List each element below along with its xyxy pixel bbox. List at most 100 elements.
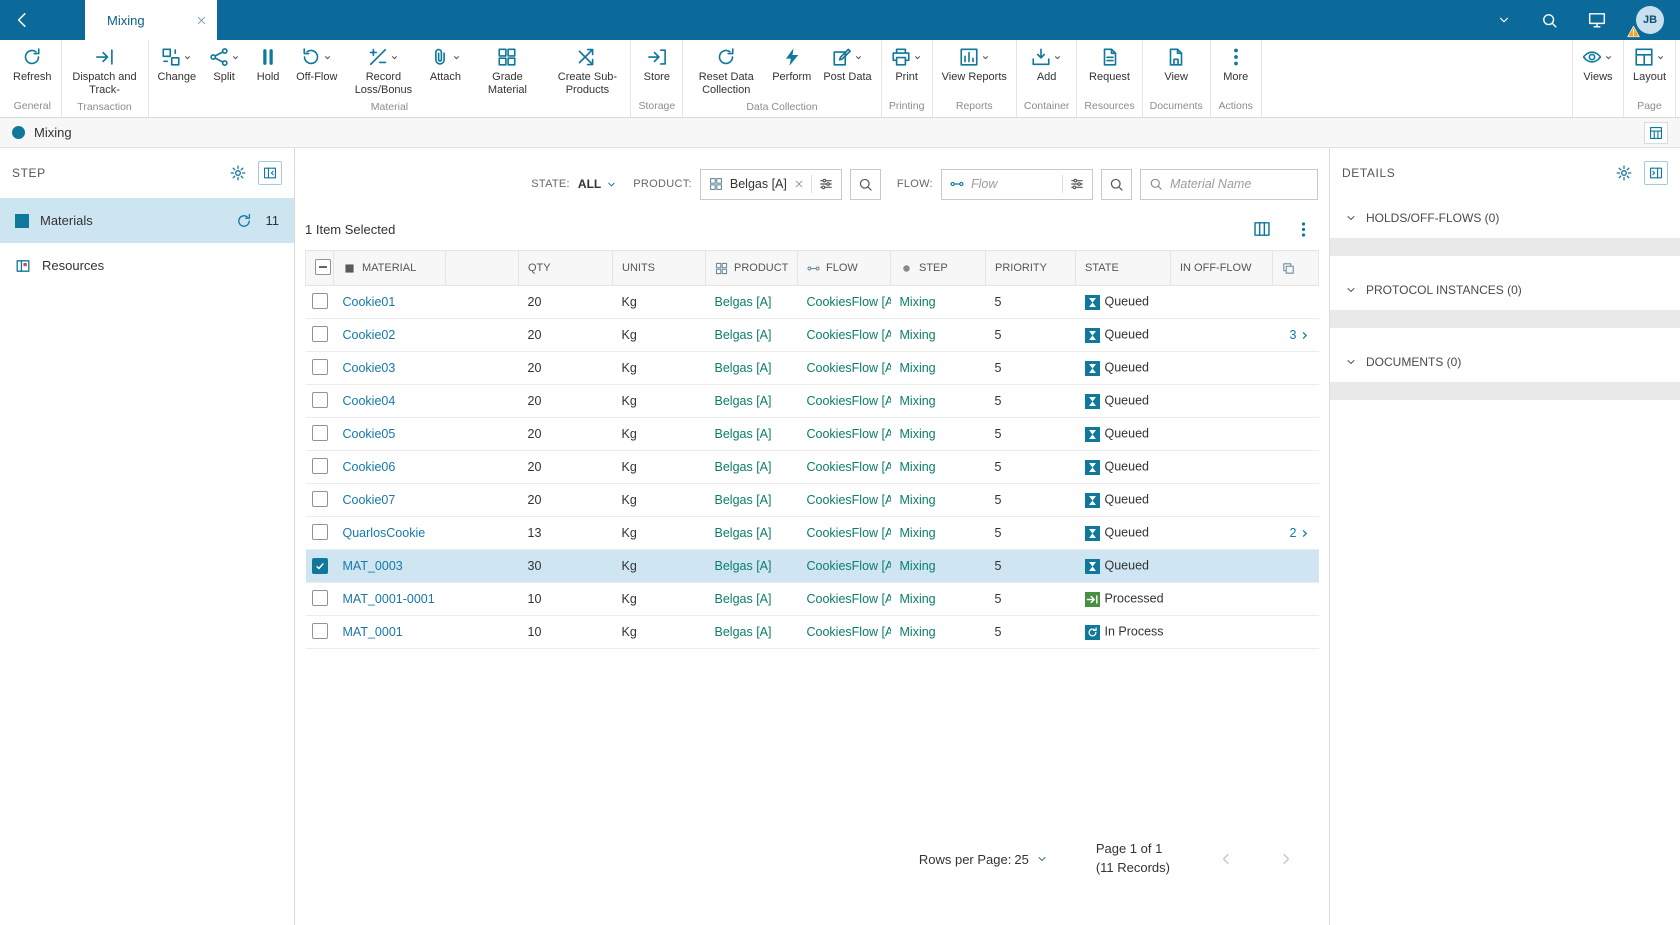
step-settings-gear-icon[interactable] [230, 165, 246, 181]
flow-link[interactable]: CookiesFlow [A [807, 328, 891, 342]
row-checkbox[interactable] [311, 358, 328, 375]
next-page-button[interactable] [1278, 851, 1294, 867]
column-header-priority[interactable]: PRIORITY [985, 250, 1076, 286]
product-link[interactable]: Belgas [A] [715, 493, 772, 507]
flow-link[interactable]: CookiesFlow [A [807, 394, 891, 408]
flow-link[interactable]: CookiesFlow [A [807, 526, 891, 540]
product-link[interactable]: Belgas [A] [715, 295, 772, 309]
step-link[interactable]: Mixing [900, 526, 936, 540]
material-name-search-box[interactable] [1140, 168, 1318, 200]
row-checkbox[interactable] [311, 292, 328, 309]
material-link[interactable]: Cookie03 [343, 361, 396, 375]
row-checkbox[interactable] [311, 490, 328, 507]
product-filter-box[interactable]: Belgas [A] [699, 168, 842, 200]
ribbon-button-store[interactable]: Store [635, 45, 679, 85]
product-link[interactable]: Belgas [A] [715, 625, 772, 639]
sidebar-item-materials[interactable]: Materials 11 [0, 198, 294, 243]
material-link[interactable]: MAT_0001 [343, 625, 403, 639]
column-header-offflow[interactable]: IN OFF-FLOW [1170, 250, 1273, 286]
details-section-header[interactable]: DOCUMENTS (0) [1330, 342, 1680, 382]
product-search-button[interactable] [849, 168, 881, 200]
materials-refresh-icon[interactable] [236, 213, 252, 229]
ribbon-button-attach[interactable]: Attach [423, 45, 467, 85]
ribbon-button-change[interactable]: Change [152, 45, 203, 85]
ribbon-button-create-sub-products[interactable]: Create Sub-Products [547, 45, 627, 98]
ribbon-button-view-reports[interactable]: View Reports [936, 45, 1013, 85]
tab-mixing[interactable]: Mixing [85, 0, 217, 40]
product-link[interactable]: Belgas [A] [715, 361, 772, 375]
product-link[interactable]: Belgas [A] [715, 559, 772, 573]
flow-filter-box[interactable] [941, 168, 1093, 200]
grid-more-options-icon[interactable] [1295, 221, 1312, 238]
previous-page-button[interactable] [1218, 851, 1234, 867]
row-checkbox[interactable] [311, 557, 328, 574]
column-header-extra[interactable] [1272, 250, 1319, 286]
clear-product-icon[interactable] [794, 179, 804, 189]
ribbon-button-record-loss-bonus[interactable]: Record Loss/Bonus [343, 45, 423, 98]
remove-offflow-button[interactable] [1180, 394, 1192, 406]
remove-offflow-button[interactable] [1180, 526, 1192, 538]
material-link[interactable]: MAT_0003 [343, 559, 403, 573]
state-filter-dropdown[interactable]: ALL [578, 177, 617, 191]
ribbon-button-post-data[interactable]: Post Data [817, 45, 877, 85]
row-checkbox[interactable] [311, 622, 328, 639]
ribbon-button-off-flow[interactable]: Off-Flow [290, 45, 343, 85]
ribbon-button-refresh[interactable]: Refresh [7, 45, 58, 85]
step-link[interactable]: Mixing [900, 625, 936, 639]
open-grid-view-button[interactable] [1644, 121, 1668, 144]
row-checkbox[interactable] [311, 391, 328, 408]
ribbon-button-layout[interactable]: Layout [1627, 45, 1672, 85]
details-section-header[interactable]: PROTOCOL INSTANCES (0) [1330, 270, 1680, 310]
flow-search-button[interactable] [1101, 168, 1132, 200]
flow-link[interactable]: CookiesFlow [A [807, 559, 891, 573]
step-link[interactable]: Mixing [900, 394, 936, 408]
flow-link[interactable]: CookiesFlow [A [807, 625, 891, 639]
tab-close-icon[interactable] [196, 15, 207, 26]
step-link[interactable]: Mixing [900, 460, 936, 474]
remove-offflow-button[interactable] [1180, 427, 1192, 439]
material-link[interactable]: Cookie01 [343, 295, 396, 309]
details-section-header[interactable]: HOLDS/OFF-FLOWS (0) [1330, 198, 1680, 238]
row-checkbox[interactable] [311, 424, 328, 441]
product-link[interactable]: Belgas [A] [715, 526, 772, 540]
row-checkbox[interactable] [311, 589, 328, 606]
ribbon-button-views[interactable]: Views [1576, 45, 1620, 85]
ribbon-button-reset-data-collection[interactable]: Reset Data Collection [686, 45, 766, 98]
product-link[interactable]: Belgas [A] [715, 460, 772, 474]
product-advanced-filter-icon[interactable] [819, 177, 833, 191]
row-checkbox[interactable] [311, 457, 328, 474]
expand-panel-button[interactable] [1644, 161, 1668, 185]
step-link[interactable]: Mixing [900, 295, 936, 309]
product-link[interactable]: Belgas [A] [715, 328, 772, 342]
remove-offflow-button[interactable] [1180, 361, 1192, 373]
ribbon-button-grade-material[interactable]: Grade Material [467, 45, 547, 98]
ribbon-button-request[interactable]: Request [1083, 45, 1136, 85]
ribbon-button-split[interactable]: Split [202, 45, 246, 85]
flow-link[interactable]: CookiesFlow [A [807, 427, 891, 441]
column-header-product[interactable]: PRODUCT [705, 250, 798, 286]
remove-offflow-button[interactable] [1180, 295, 1192, 307]
flow-advanced-filter-icon[interactable] [1070, 177, 1084, 191]
rows-per-page-dropdown[interactable]: Rows per Page: 25 [919, 852, 1048, 867]
ribbon-button-print[interactable]: Print [885, 45, 929, 85]
ribbon-button-dispatch-and-track[interactable]: Dispatch and Track- [65, 45, 145, 98]
remove-offflow-button[interactable] [1180, 328, 1192, 340]
remove-offflow-button[interactable] [1180, 460, 1192, 472]
flow-link[interactable]: CookiesFlow [A [807, 592, 891, 606]
column-header-qty[interactable]: QTY [518, 250, 613, 286]
product-link[interactable]: Belgas [A] [715, 592, 772, 606]
ribbon-button-add[interactable]: Add [1025, 45, 1069, 85]
back-button[interactable] [0, 0, 85, 40]
step-link[interactable]: Mixing [900, 427, 936, 441]
step-link[interactable]: Mixing [900, 592, 936, 606]
step-link[interactable]: Mixing [900, 493, 936, 507]
material-link[interactable]: MAT_0001-0001 [343, 592, 435, 606]
product-link[interactable]: Belgas [A] [715, 394, 772, 408]
tab-overflow-chevron-icon[interactable] [1497, 13, 1511, 27]
collapse-panel-button[interactable] [258, 161, 282, 185]
column-header-units[interactable]: UNITS [612, 250, 706, 286]
step-link[interactable]: Mixing [900, 361, 936, 375]
flow-link[interactable]: CookiesFlow [A [807, 361, 891, 375]
material-link[interactable]: Cookie07 [343, 493, 396, 507]
material-link[interactable]: Cookie05 [343, 427, 396, 441]
